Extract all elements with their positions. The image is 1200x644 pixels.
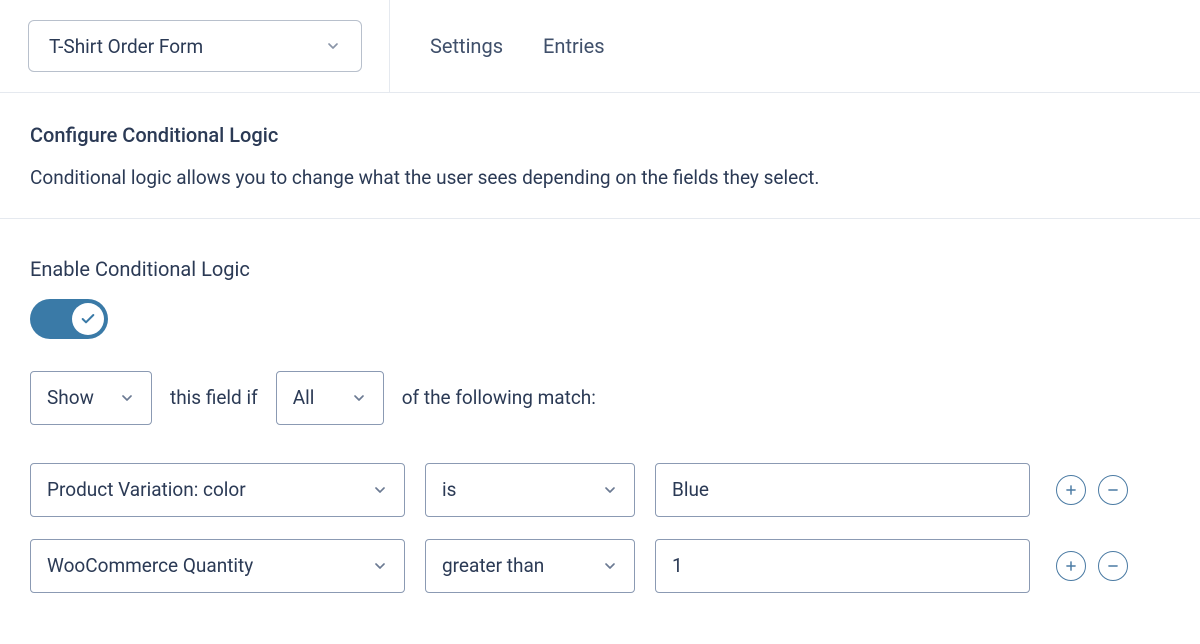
remove-condition-button[interactable] — [1098, 475, 1128, 505]
plus-icon — [1064, 483, 1078, 497]
chevron-down-icon — [119, 390, 135, 406]
add-condition-button[interactable] — [1056, 551, 1086, 581]
conditions-container: Product Variation: color is WooCommerce … — [0, 425, 1200, 593]
show-hide-select[interactable]: Show — [30, 371, 152, 425]
remove-condition-button[interactable] — [1098, 551, 1128, 581]
chevron-down-icon — [602, 558, 618, 574]
form-selector-label: T-Shirt Order Form — [49, 35, 203, 58]
plus-icon — [1064, 559, 1078, 573]
tab-settings[interactable]: Settings — [430, 34, 503, 58]
condition-row: WooCommerce Quantity greater than — [30, 539, 1170, 593]
form-selector-container: T-Shirt Order Form — [0, 0, 390, 92]
toggle-knob — [72, 303, 104, 335]
chevron-down-icon — [372, 558, 388, 574]
section-description: Conditional logic allows you to change w… — [30, 165, 1170, 192]
all-any-select[interactable]: All — [276, 371, 384, 425]
add-condition-button[interactable] — [1056, 475, 1086, 505]
check-icon — [80, 311, 96, 327]
show-hide-label: Show — [47, 386, 94, 409]
form-selector-dropdown[interactable]: T-Shirt Order Form — [28, 20, 362, 72]
minus-icon — [1106, 559, 1120, 573]
condition-row-actions — [1056, 551, 1128, 581]
sentence-tail-text: of the following match: — [402, 386, 596, 409]
chevron-down-icon — [325, 38, 341, 54]
condition-operator-select[interactable]: greater than — [425, 539, 635, 593]
chevron-down-icon — [602, 482, 618, 498]
enable-section: Enable Conditional Logic — [0, 219, 1200, 339]
minus-icon — [1106, 483, 1120, 497]
chevron-down-icon — [372, 482, 388, 498]
condition-field-label: Product Variation: color — [47, 478, 246, 501]
enable-label: Enable Conditional Logic — [30, 257, 1170, 281]
sentence-mid-text: this field if — [170, 386, 258, 409]
condition-field-select[interactable]: Product Variation: color — [30, 463, 405, 517]
tab-entries[interactable]: Entries — [543, 34, 605, 58]
condition-value-input[interactable] — [655, 539, 1030, 593]
condition-operator-label: greater than — [442, 554, 544, 577]
condition-value-input[interactable] — [655, 463, 1030, 517]
section-title: Configure Conditional Logic — [30, 123, 1170, 147]
condition-row: Product Variation: color is — [30, 463, 1170, 517]
intro-section: Configure Conditional Logic Conditional … — [0, 93, 1200, 219]
condition-row-actions — [1056, 475, 1128, 505]
condition-operator-select[interactable]: is — [425, 463, 635, 517]
condition-field-select[interactable]: WooCommerce Quantity — [30, 539, 405, 593]
chevron-down-icon — [351, 390, 367, 406]
condition-field-label: WooCommerce Quantity — [47, 554, 253, 577]
condition-operator-label: is — [442, 478, 456, 501]
nav-tabs: Settings Entries — [390, 34, 605, 58]
all-any-label: All — [293, 386, 315, 409]
logic-sentence-row: Show this field if All of the following … — [0, 339, 1200, 425]
enable-toggle[interactable] — [30, 299, 108, 339]
top-bar: T-Shirt Order Form Settings Entries — [0, 0, 1200, 93]
